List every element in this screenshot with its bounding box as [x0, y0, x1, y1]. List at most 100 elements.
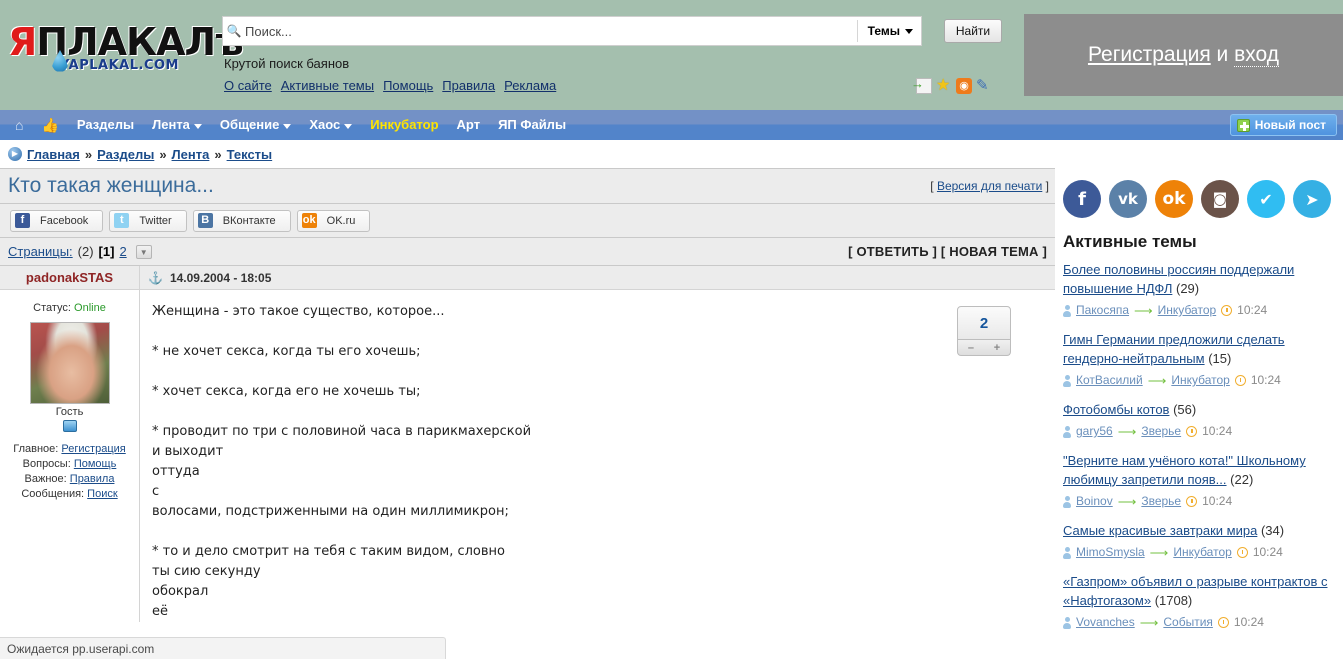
- topic-author-link[interactable]: КотВасилий: [1076, 371, 1143, 390]
- register-login-box[interactable]: Регистрация и вход: [1024, 14, 1343, 96]
- breadcrumb-separator: »: [214, 146, 222, 162]
- share-button-okru[interactable]: ok OK.ru: [296, 209, 371, 232]
- post: padonakSTAS Статус: Online Гость Главное…: [0, 266, 1055, 622]
- share-label: Twitter: [139, 214, 172, 227]
- chevron-down-icon: [344, 123, 353, 129]
- header-link-about[interactable]: О сайте: [224, 78, 272, 93]
- page-columns: Кто такая женщина... [ Версия для печати…: [0, 168, 1343, 642]
- facebook-icon[interactable]: f: [1063, 180, 1101, 218]
- page-link-2[interactable]: 2: [119, 244, 126, 259]
- vk-icon[interactable]: vk: [1109, 180, 1147, 218]
- pagination: Страницы: (2) [1] 2 ▼: [8, 244, 152, 259]
- post-author-name[interactable]: padonakSTAS: [0, 266, 139, 290]
- topic-link[interactable]: Самые красивые завтраки мира: [1063, 523, 1257, 538]
- topic-section-link[interactable]: События: [1163, 613, 1213, 632]
- guest-link-registration[interactable]: Регистрация: [61, 443, 125, 455]
- topic-section-link[interactable]: Зверье: [1141, 492, 1181, 511]
- breadcrumb-separator: »: [159, 146, 167, 162]
- nav-item-lenta[interactable]: Лента: [143, 110, 211, 140]
- search-scope-label: Темы: [867, 24, 900, 38]
- print-version: [ Версия для печати ]: [930, 179, 1049, 193]
- nav-item-art[interactable]: Арт: [448, 110, 490, 140]
- topic-meta: Vovanches ⟶ События 10:24: [1063, 613, 1343, 632]
- search-scope-dropdown[interactable]: Темы: [856, 20, 921, 42]
- site-tagline: Крутой поиск баянов: [224, 56, 350, 71]
- nav-item-yap-files[interactable]: ЯП Файлы: [489, 110, 575, 140]
- nav-item-obshenie[interactable]: Общение: [211, 110, 300, 140]
- search-input[interactable]: [245, 23, 857, 39]
- new-post-button[interactable]: Новый пост: [1229, 114, 1337, 136]
- search-button[interactable]: Найти: [944, 19, 1002, 43]
- header-link-rules[interactable]: Правила: [442, 78, 495, 93]
- topic-author-link[interactable]: Boinov: [1076, 492, 1113, 511]
- topic-link[interactable]: Фотобомбы котов: [1063, 402, 1169, 417]
- telegram-icon[interactable]: ➤: [1293, 180, 1331, 218]
- new-post-icon[interactable]: [911, 76, 932, 94]
- main-navigation: ⌂ 👍 Разделы Лента Общение Хаос Инкубатор…: [0, 110, 1343, 140]
- rss-icon[interactable]: ◉: [956, 78, 972, 94]
- instagram-icon[interactable]: ◙: [1201, 180, 1239, 218]
- rating-plus-button[interactable]: +: [994, 342, 1000, 354]
- site-logo[interactable]: ЯПЛАКАЛъ YAPLAKAL.COM: [8, 22, 244, 84]
- nav-likes[interactable]: 👍: [32, 110, 67, 140]
- search-bar[interactable]: 🔍 Темы: [222, 16, 922, 46]
- share-button-twitter[interactable]: t Twitter: [109, 209, 187, 232]
- pages-label[interactable]: Страницы:: [8, 244, 73, 259]
- page-dropdown-icon[interactable]: ▼: [135, 244, 152, 259]
- pagination-bar: Страницы: (2) [1] 2 ▼ [ ОТВЕТИТЬ ] [ НОВ…: [0, 238, 1055, 266]
- list-item: «Газпром» объявил о разрыве контрактов с…: [1063, 572, 1343, 632]
- nav-home[interactable]: ⌂: [6, 110, 32, 140]
- share-button-vkontakte[interactable]: B ВКонтакте: [192, 209, 291, 232]
- topic-section-link[interactable]: Зверье: [1141, 422, 1181, 441]
- breadcrumb-item-texts[interactable]: Тексты: [227, 147, 273, 162]
- topic-author-link[interactable]: Пакосяпа: [1076, 301, 1129, 320]
- chevron-down-icon: [905, 28, 913, 34]
- topic-reply-count: (15): [1208, 351, 1232, 366]
- post-body: Женщина - это такое существо, которое...…: [140, 290, 1055, 622]
- topic-link[interactable]: "Верните нам учёного кота!" Школьному лю…: [1063, 453, 1306, 487]
- breadcrumb-item-home[interactable]: Главная: [27, 147, 80, 162]
- topic-author-link[interactable]: Vovanches: [1076, 613, 1135, 632]
- share-button-facebook[interactable]: f Facebook: [10, 209, 104, 232]
- header-link-active-topics[interactable]: Активные темы: [281, 78, 374, 93]
- topic-link[interactable]: «Газпром» объявил о разрыве контрактов с…: [1063, 574, 1327, 608]
- topic-link[interactable]: Гимн Германии предложили сделать гендерн…: [1063, 332, 1285, 366]
- breadcrumb-item-feed[interactable]: Лента: [172, 147, 210, 162]
- search-icon: 🔍: [226, 24, 242, 38]
- header-links: О сайте Активные темы Помощь Правила Реклама: [224, 78, 565, 93]
- header-link-help[interactable]: Помощь: [383, 78, 433, 93]
- twitter-icon[interactable]: ✔: [1247, 180, 1285, 218]
- topic-section-link[interactable]: Инкубатор: [1171, 371, 1230, 390]
- topic-section-link[interactable]: Инкубатор: [1173, 543, 1232, 562]
- guest-link-help[interactable]: Помощь: [74, 458, 117, 470]
- rating-minus-button[interactable]: –: [968, 342, 974, 354]
- nav-item-razdely[interactable]: Разделы: [68, 110, 143, 140]
- odnoklassniki-icon[interactable]: ok: [1155, 180, 1193, 218]
- guest-link-search[interactable]: Поиск: [87, 488, 117, 500]
- new-topic-button[interactable]: [ НОВАЯ ТЕМА ]: [941, 244, 1047, 259]
- guest-link-rules[interactable]: Правила: [70, 473, 115, 485]
- status-badge: Online: [74, 302, 106, 314]
- topic-author-link[interactable]: gary56: [1076, 422, 1113, 441]
- print-version-link[interactable]: Версия для печати: [937, 179, 1042, 193]
- pencil-icon[interactable]: ✎: [976, 78, 992, 94]
- topic-header: Кто такая женщина... [ Версия для печати…: [0, 168, 1055, 204]
- register-link[interactable]: Регистрация: [1088, 43, 1211, 66]
- star-icon[interactable]: ★: [936, 78, 952, 94]
- login-link[interactable]: вход: [1234, 43, 1280, 67]
- arrow-right-icon: ⟶: [1134, 303, 1153, 318]
- nav-item-inkubator[interactable]: Инкубатор: [361, 110, 447, 140]
- topic-reply-count: (29): [1175, 281, 1200, 296]
- anchor-icon[interactable]: ⚓: [148, 271, 163, 285]
- nav-label: Разделы: [76, 117, 135, 132]
- breadcrumb-item-sections[interactable]: Разделы: [97, 147, 154, 162]
- topic-section-link[interactable]: Инкубатор: [1158, 301, 1217, 320]
- topic-author-link[interactable]: MimoSmysla: [1076, 543, 1145, 562]
- reply-button[interactable]: [ ОТВЕТИТЬ ]: [848, 244, 937, 259]
- nav-label: Общение: [219, 117, 280, 132]
- guest-link-label: Сообщения:: [21, 488, 85, 500]
- header-link-ads[interactable]: Реклама: [504, 78, 556, 93]
- share-label: Facebook: [40, 214, 89, 227]
- nav-item-haos[interactable]: Хаос: [300, 110, 361, 140]
- list-item: Гимн Германии предложили сделать гендерн…: [1063, 330, 1343, 390]
